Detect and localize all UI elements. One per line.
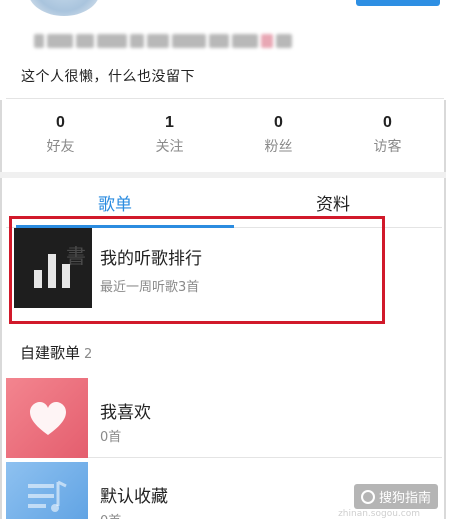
section-title-text: 自建歌单 (20, 344, 81, 362)
stat-label: 粉丝 (264, 139, 293, 155)
tab-playlists[interactable]: 歌单 (6, 178, 234, 228)
stat-value: 0 (56, 114, 65, 131)
stat-label: 访客 (373, 139, 402, 155)
nickname-blurred (34, 31, 334, 51)
watermark-text: 搜狗指南 (378, 491, 431, 506)
playlist-cover (6, 378, 88, 458)
bar-chart-icon (34, 252, 74, 288)
watermark: 搜狗指南 (353, 484, 438, 509)
playlist-track-count: 0首 (100, 510, 121, 519)
playlist-item[interactable]: 我喜欢 0首 (6, 378, 442, 458)
stat-label: 好友 (46, 139, 75, 155)
playlist-title: 默认收藏 (100, 487, 168, 507)
profile-tabs: 歌单 资料 (6, 178, 442, 228)
music-list-icon (28, 480, 67, 512)
stat-value: 0 (274, 114, 283, 131)
profile-header: 这个人很懒，什么也没留下 (0, 0, 446, 100)
created-playlists-heading: 自建歌单 2 (20, 342, 92, 363)
stat-value: 0 (383, 114, 392, 131)
sogou-logo-icon (360, 489, 375, 504)
ranking-title: 我的听歌排行 (100, 249, 202, 269)
stat-friends[interactable]: 0 好友 (6, 106, 115, 166)
stat-following[interactable]: 1 关注 (115, 106, 224, 166)
avatar[interactable] (28, 0, 100, 16)
ranking-cover: 書 (14, 228, 92, 308)
playlist-title: 我喜欢 (100, 403, 151, 423)
tab-profile-info[interactable]: 资料 (224, 178, 442, 227)
stat-followers[interactable]: 0 粉丝 (224, 106, 333, 166)
listening-ranking-item[interactable]: 書 我的听歌排行 最近一周听歌3首 (6, 228, 442, 324)
divider (88, 457, 442, 458)
stat-value: 1 (165, 114, 174, 131)
profile-signature: 这个人很懒，什么也没留下 (21, 69, 195, 85)
playlist-track-count: 0首 (100, 430, 122, 445)
watermark-url: zhinan.sogou.com (338, 509, 420, 519)
stat-label: 关注 (155, 139, 184, 155)
ranking-subtitle: 最近一周听歌3首 (100, 280, 200, 295)
divider (6, 98, 444, 99)
section-count: 2 (84, 347, 93, 362)
stats-bar: 0 好友 1 关注 0 粉丝 0 访客 (6, 106, 442, 166)
edit-profile-button[interactable] (356, 0, 440, 6)
playlist-cover (6, 462, 88, 519)
stat-visitors[interactable]: 0 访客 (333, 106, 442, 166)
heart-icon (30, 402, 66, 435)
